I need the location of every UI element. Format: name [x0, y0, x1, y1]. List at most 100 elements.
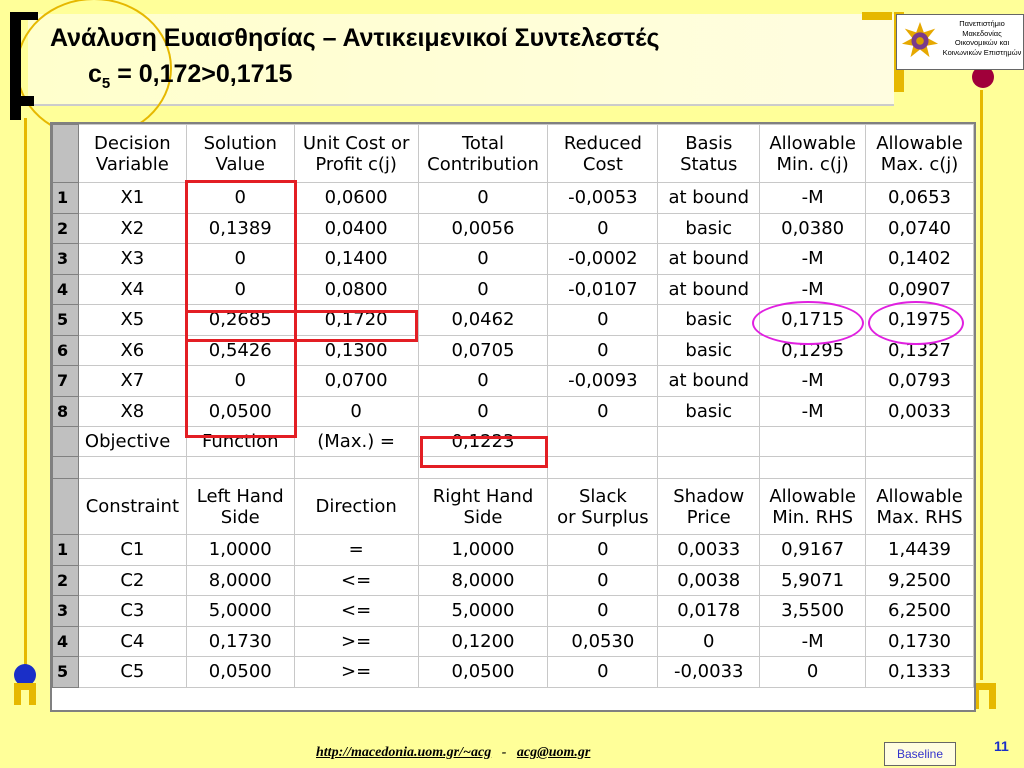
table-cell: 0,0038 — [657, 564, 761, 596]
page-number: 11 — [994, 738, 1009, 754]
table-cell: 0,0653 — [865, 182, 974, 214]
objective-cell: (Max.) = — [293, 426, 419, 457]
column-header: Basis Status — [657, 124, 761, 183]
table-cell: -M — [759, 273, 867, 305]
table-cell: 0 — [547, 656, 659, 688]
column-header: Unit Cost or Profit c(j) — [293, 124, 419, 183]
table-cell: 0 — [417, 273, 549, 305]
column-header-line: Status — [680, 153, 738, 175]
column-header: Constraint — [77, 478, 187, 535]
column-header-line: Reduced — [563, 132, 642, 154]
table-cell: 8,0000 — [417, 564, 549, 596]
logo-line: Μακεδονίας — [962, 28, 1002, 38]
column-header-line: Variable — [95, 153, 169, 175]
decorative-corner-left — [14, 683, 36, 705]
column-header: Reduced Cost — [547, 124, 659, 183]
table-row: 5 C5 0,0500 >= 0,0500 0 -0,0033 0 0,1333 — [52, 656, 974, 688]
table-cell: X7 — [77, 365, 187, 397]
table-cell: 0 — [547, 534, 659, 566]
logo-line: Κοινωνικών Επιστημών — [942, 47, 1022, 57]
row-number: 7 — [52, 365, 79, 397]
table-cell: basic — [657, 334, 761, 366]
empty-cell — [657, 456, 761, 479]
row-number: 5 — [52, 304, 79, 336]
logo-line: Οικονομικών και — [954, 38, 1010, 47]
column-header-line: Min. RHS — [772, 506, 854, 528]
table-cell: X5 — [77, 304, 187, 336]
row-number: 2 — [52, 564, 79, 596]
column-header: Left Hand Side — [185, 478, 295, 535]
table-cell: basic — [657, 212, 761, 244]
table-cell: C1 — [77, 534, 187, 566]
column-header-line: Max. c(j) — [880, 153, 959, 175]
row-number: 1 — [52, 534, 79, 566]
footer-email-link[interactable]: acg@uom.gr — [517, 745, 591, 760]
table-cell: 0,0705 — [417, 334, 549, 366]
decorative-bracket-foot — [10, 96, 34, 106]
table-cell: X4 — [77, 273, 187, 305]
table-cell: 0 — [417, 182, 549, 214]
table-cell: at bound — [657, 365, 761, 397]
university-logo: Πανεπιστήμιο Μακεδονίας Οικονομικών και … — [896, 14, 1024, 70]
table-cell: 6,2500 — [865, 595, 974, 627]
table-cell: 0 — [547, 595, 659, 627]
table-cell: -M — [759, 395, 867, 427]
column-header-line: Total — [461, 132, 505, 154]
table-cell: 0,1400 — [293, 243, 419, 275]
table-cell: 0,0178 — [657, 595, 761, 627]
empty-cell — [865, 426, 974, 457]
empty-cell — [547, 456, 659, 479]
subtitle-subscript: 5 — [101, 75, 111, 92]
table-row: 4 C4 0,1730 >= 0,1200 0,0530 0 -M 0,1730 — [52, 625, 974, 657]
table-header-row: Decision Variable Solution Value Unit Cost o… — [52, 124, 974, 183]
row-number: 2 — [52, 212, 79, 244]
column-header: Total Contribution — [417, 124, 549, 183]
decorative-gold-bar — [862, 12, 892, 20]
column-header-line: Decision — [94, 132, 171, 154]
table-row: 1 C1 1,0000 = 1,0000 0 0,0033 0,9167 1,4439 — [52, 534, 974, 566]
slide-subtitle: c5 = 0,172>0,1715 — [88, 60, 292, 92]
row-number: 8 — [52, 395, 79, 427]
table-cell: 0,0530 — [547, 625, 659, 657]
column-header-line: Max. RHS — [876, 506, 963, 528]
row-header-empty — [52, 456, 79, 479]
table-cell: >= — [293, 625, 419, 657]
table-cell: X8 — [77, 395, 187, 427]
column-header-line: Direction — [315, 496, 397, 517]
logo-text: Πανεπιστήμιο Μακεδονίας Οικονομικών και … — [941, 19, 1023, 57]
objective-cell: Objective — [77, 426, 187, 457]
row-number: 6 — [52, 334, 79, 366]
table-cell: 0 — [547, 212, 659, 244]
table-cell: 9,2500 — [865, 564, 974, 596]
column-header: Allowable Min. c(j) — [759, 124, 867, 183]
column-header-line: Contribution — [427, 153, 539, 175]
empty-cell — [547, 426, 659, 457]
table-cell: 0,0907 — [865, 273, 974, 305]
table-cell: 0,0800 — [293, 273, 419, 305]
x5-highlight — [185, 310, 418, 342]
footer-url-link[interactable]: http://macedonia.uom.gr/~acg — [316, 745, 491, 760]
column-header: Allowable Min. RHS — [759, 478, 867, 535]
table-cell: C3 — [77, 595, 187, 627]
column-header: Allowable Max. RHS — [865, 478, 974, 535]
table-cell: <= — [293, 595, 419, 627]
row-number: 3 — [52, 243, 79, 275]
table-cell: C4 — [77, 625, 187, 657]
sensitivity-spreadsheet: Decision Variable Solution Value Unit Cost o… — [50, 122, 976, 712]
table-cell: 0,1402 — [865, 243, 974, 275]
empty-cell — [293, 456, 419, 479]
solution-value-highlight — [185, 180, 297, 438]
row-number: 5 — [52, 656, 79, 688]
row-number: 4 — [52, 273, 79, 305]
table-cell: 1,0000 — [185, 534, 295, 566]
column-header-line: Unit Cost or — [302, 132, 410, 154]
table-cell: X1 — [77, 182, 187, 214]
table-cell: 0 — [657, 625, 761, 657]
table-cell: 0,0600 — [293, 182, 419, 214]
baseline-button[interactable]: Baseline — [884, 742, 956, 766]
table-cell: -M — [759, 243, 867, 275]
table-cell: 0 — [759, 656, 867, 688]
table-cell: C2 — [77, 564, 187, 596]
table-cell: 5,0000 — [417, 595, 549, 627]
table-cell: 0,0033 — [657, 534, 761, 566]
